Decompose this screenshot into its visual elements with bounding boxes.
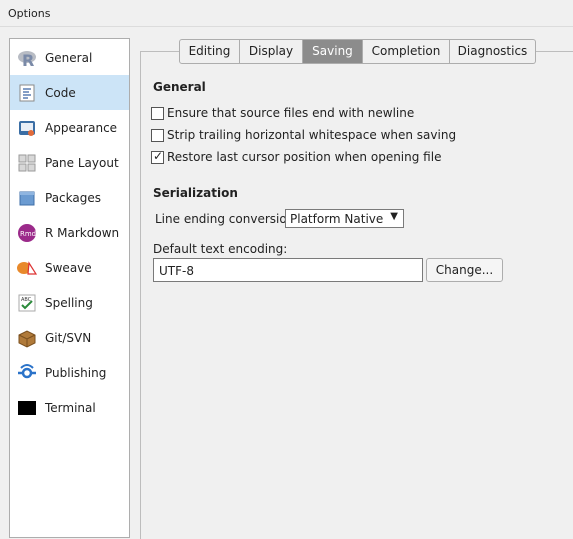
window-title: Options <box>8 7 51 20</box>
sidebar-item-label: Sweave <box>45 261 92 275</box>
publishing-icon <box>18 364 36 379</box>
code-document-icon <box>19 84 35 102</box>
tab-diagnostics[interactable]: Diagnostics <box>450 39 536 64</box>
option-label: Restore last cursor position when openin… <box>167 150 442 164</box>
options-sidebar: R General Code Appearance Pane Layout Pa… <box>9 38 130 538</box>
sidebar-item-r-markdown[interactable]: Rmd R Markdown <box>10 215 129 250</box>
sidebar-item-label: R Markdown <box>45 226 120 240</box>
tab-saving[interactable]: Saving <box>303 39 363 64</box>
tab-editing[interactable]: Editing <box>179 39 240 64</box>
svg-text:R: R <box>22 51 34 68</box>
tab-completion[interactable]: Completion <box>363 39 450 64</box>
sidebar-item-git-svn[interactable]: Git/SVN <box>10 320 129 355</box>
packages-icon <box>19 191 35 206</box>
option-restore-cursor[interactable]: ✓ Restore last cursor position when open… <box>151 149 441 165</box>
sidebar-item-label: Publishing <box>45 366 107 380</box>
checkbox[interactable]: ✓ <box>151 148 164 164</box>
sidebar-item-label: Spelling <box>45 296 93 310</box>
terminal-icon <box>18 401 36 415</box>
general-heading: General <box>153 80 206 94</box>
option-label: Ensure that source files end with newlin… <box>167 106 415 120</box>
tab-display[interactable]: Display <box>240 39 303 64</box>
encoding-label: Default text encoding: <box>153 242 288 256</box>
spelling-icon: ABC <box>18 294 36 312</box>
option-strip-whitespace[interactable]: Strip trailing horizontal whitespace whe… <box>151 127 456 143</box>
appearance-icon <box>19 121 35 136</box>
sidebar-item-packages[interactable]: Packages <box>10 180 129 215</box>
sidebar-item-label: Code <box>45 86 76 100</box>
change-encoding-button[interactable]: Change... <box>426 258 503 282</box>
svg-text:Rmd: Rmd <box>20 230 36 238</box>
option-ensure-newline[interactable]: Ensure that source files end with newlin… <box>151 105 414 121</box>
sidebar-item-pane-layout[interactable]: Pane Layout <box>10 145 129 180</box>
title-bar: Options <box>0 0 573 27</box>
sidebar-item-label: Git/SVN <box>45 331 92 345</box>
encoding-field[interactable]: UTF-8 <box>153 258 423 282</box>
sidebar-item-label: Terminal <box>45 401 96 415</box>
sidebar-item-label: Packages <box>45 191 101 205</box>
checkbox[interactable] <box>151 128 164 142</box>
r-markdown-icon: Rmd <box>18 224 36 242</box>
sidebar-item-general[interactable]: R General <box>10 40 129 75</box>
r-logo-icon: R <box>18 51 36 68</box>
line-ending-label: Line ending conversion: <box>155 212 299 226</box>
encoding-value: UTF-8 <box>159 264 194 278</box>
check-icon: ✓ <box>153 148 164 163</box>
sidebar-item-terminal[interactable]: Terminal <box>10 390 129 425</box>
sweave-icon <box>17 261 37 275</box>
dropdown-arrow-icon: ▼ <box>390 211 398 222</box>
pane-layout-icon <box>18 154 36 172</box>
sidebar-item-appearance[interactable]: Appearance <box>10 110 129 145</box>
sidebar-item-label: General <box>45 51 93 65</box>
checkbox[interactable] <box>151 106 164 120</box>
sidebar-item-publishing[interactable]: Publishing <box>10 355 129 390</box>
option-label: Strip trailing horizontal whitespace whe… <box>167 128 457 142</box>
sidebar-item-code[interactable]: Code <box>10 75 129 110</box>
sidebar-item-spelling[interactable]: ABC Spelling <box>10 285 129 320</box>
sidebar-item-label: Pane Layout <box>45 156 119 170</box>
select-value: Platform Native <box>290 212 384 226</box>
tab-bar: Editing Display Saving Completion Diagno… <box>179 39 536 64</box>
settings-panel <box>140 51 573 539</box>
line-ending-select[interactable]: Platform Native ▼ <box>285 209 404 228</box>
sidebar-item-sweave[interactable]: Sweave <box>10 250 129 285</box>
git-svn-icon <box>18 330 36 348</box>
serialization-heading: Serialization <box>153 186 238 200</box>
sidebar-item-label: Appearance <box>45 121 118 135</box>
